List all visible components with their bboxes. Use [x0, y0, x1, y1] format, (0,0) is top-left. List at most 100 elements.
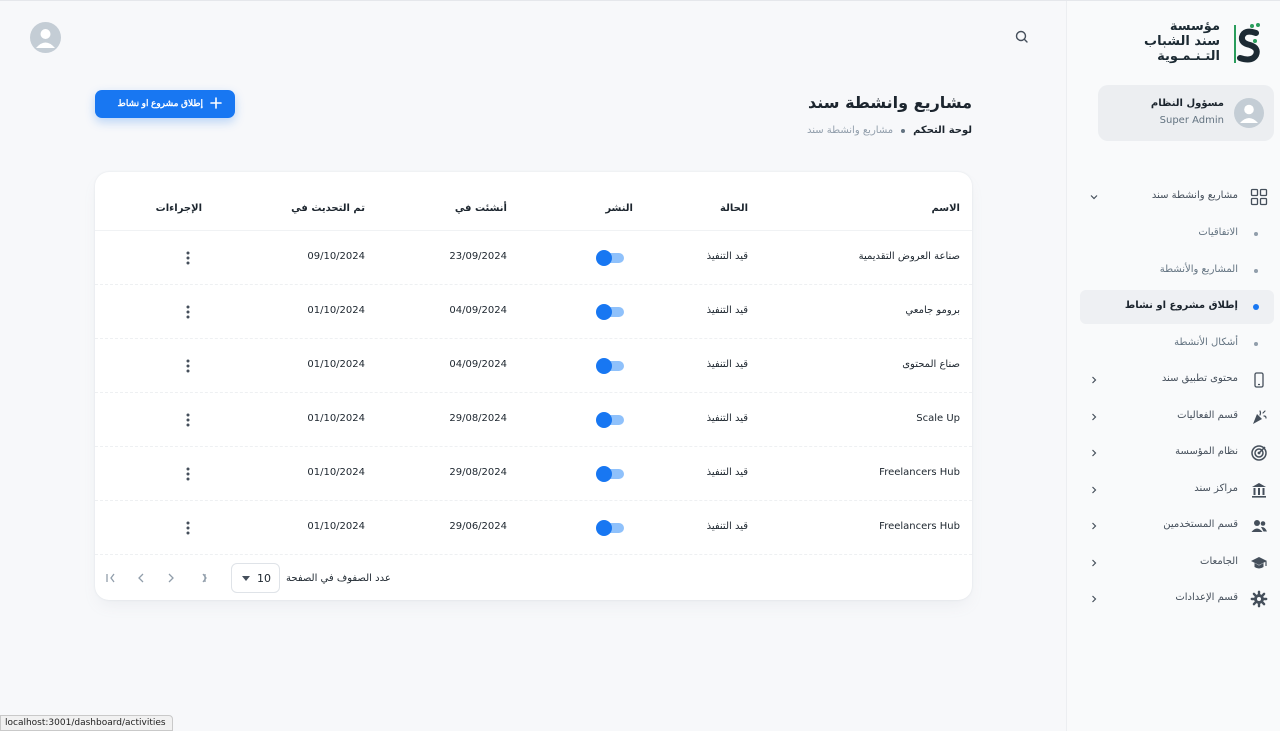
row-actions-button[interactable] — [181, 304, 195, 320]
cell-created: 29/08/2024 — [449, 467, 507, 478]
nav-item[interactable]: قسم الفعاليات — [1080, 400, 1274, 434]
chevron-left-icon — [138, 573, 144, 583]
cell-created: 04/09/2024 — [449, 359, 507, 370]
cell-updated: 09/10/2024 — [307, 251, 365, 262]
publish-toggle[interactable] — [596, 520, 624, 536]
nav-item[interactable]: نظام المؤسسة — [1080, 436, 1274, 470]
rows-per-page-value: 10 — [257, 572, 271, 585]
header-status[interactable]: الحالة — [720, 203, 748, 214]
cell-created: 29/06/2024 — [449, 521, 507, 532]
bullet-icon — [1253, 304, 1259, 310]
nav-item[interactable]: مراكز سند — [1080, 473, 1274, 507]
table-row[interactable]: Freelancers Hub قيد التنفيذ 29/08/2024 01/1… — [95, 447, 972, 501]
phone-icon — [1254, 372, 1264, 388]
toggle-knob — [596, 250, 612, 266]
sub-nav-item[interactable]: إطلاق مشروع او نشاط — [1080, 290, 1274, 324]
chevron-right-icon — [1092, 376, 1097, 384]
publish-toggle[interactable] — [596, 358, 624, 374]
search-icon — [1015, 30, 1028, 43]
sub-nav-item[interactable]: المشاريع والأنشطة — [1080, 254, 1274, 288]
brand-mark-icon — [1234, 23, 1260, 63]
launch-project-button[interactable]: إطلاق مشروع او نشاط — [95, 90, 235, 118]
chevron-down-icon — [1090, 195, 1098, 200]
chevron-right-icon — [1092, 413, 1097, 420]
sub-nav-label: أشكال الأنشطة — [1174, 336, 1238, 348]
sub-nav-item[interactable]: الاتفاقيات — [1080, 217, 1274, 251]
more-vertical-icon — [186, 467, 190, 481]
table-row[interactable]: Freelancers Hub قيد التنفيذ 29/06/2024 01/1… — [95, 501, 972, 555]
first-page-icon — [202, 573, 207, 583]
gear-icon — [1250, 590, 1268, 608]
row-actions-button[interactable] — [181, 412, 195, 428]
table-pagination: عدد الصفوف في الصفحة 10 — [95, 556, 972, 600]
sub-nav-label: المشاريع والأنشطة — [1159, 263, 1238, 275]
rows-per-page-select[interactable]: 10 — [231, 563, 280, 593]
cell-updated: 01/10/2024 — [307, 305, 365, 316]
toggle-knob — [596, 304, 612, 320]
cell-status: قيد التنفيذ — [706, 251, 748, 262]
nav-item[interactable]: قسم الإعدادات — [1080, 582, 1274, 616]
breadcrumb-current: مشاريع وانشطة سند — [806, 125, 894, 136]
toggle-knob — [596, 520, 612, 536]
brand-line-2: سند الشباب — [1144, 34, 1220, 49]
status-bar-url: localhost:3001/dashboard/activities — [0, 715, 173, 731]
page-title: مشاريع وانشطة سند — [808, 93, 972, 112]
chevron-right-icon — [1092, 522, 1097, 530]
row-actions-button[interactable] — [181, 358, 195, 374]
cell-status: قيد التنفيذ — [706, 413, 748, 424]
row-actions-button[interactable] — [181, 466, 195, 482]
cell-created: 04/09/2024 — [449, 305, 507, 316]
header-created[interactable]: أنشئت في — [455, 203, 507, 214]
table-row[interactable]: برومو جامعي قيد التنفيذ 04/09/2024 01/10/20… — [95, 285, 972, 339]
cell-updated: 01/10/2024 — [307, 413, 365, 424]
publish-toggle[interactable] — [596, 466, 624, 482]
table-row[interactable]: Scale Up قيد التنفيذ 29/08/2024 01/10/2024 — [95, 393, 972, 447]
table-row[interactable]: صناعة العروض التقديمية قيد التنفيذ 23/09/2… — [95, 231, 972, 285]
toggle-knob — [596, 466, 612, 482]
users-icon — [1251, 520, 1267, 532]
table-row[interactable]: صناع المحتوى قيد التنفيذ 04/09/2024 01/10/2… — [95, 339, 972, 393]
nav-projects[interactable]: مشاريع وانشطة سند — [1080, 180, 1274, 214]
first-page-button[interactable] — [193, 569, 211, 587]
cell-status: قيد التنفيذ — [706, 359, 748, 370]
cell-name: برومو جامعي — [905, 305, 960, 316]
graduation-cap-icon — [1251, 556, 1267, 568]
row-actions-button[interactable] — [181, 250, 195, 266]
more-vertical-icon — [186, 305, 190, 319]
last-page-button[interactable] — [101, 569, 119, 587]
search-button[interactable] — [1013, 28, 1031, 46]
chevron-right-icon — [1092, 595, 1097, 603]
header-actions: الإجراءات — [155, 203, 202, 214]
account-avatar[interactable] — [30, 22, 61, 53]
publish-toggle[interactable] — [596, 304, 624, 320]
header-publish[interactable]: النشر — [605, 203, 633, 214]
nav-item[interactable]: قسم المستخدمين — [1080, 509, 1274, 543]
header-updated[interactable]: تم التحديث في — [291, 203, 365, 214]
brand-line-3: التـنـمـوية — [1157, 49, 1220, 64]
user-role: Super Admin — [1159, 115, 1224, 126]
nav-item[interactable]: محتوى تطبيق سند — [1080, 363, 1274, 397]
cell-name: صناع المحتوى — [902, 359, 960, 370]
cell-created: 29/08/2024 — [449, 413, 507, 424]
cell-updated: 01/10/2024 — [307, 521, 365, 532]
brand-logo: مؤسسة سند الشباب التـنـمـوية — [1144, 19, 1264, 67]
publish-toggle[interactable] — [596, 250, 624, 266]
launch-project-label: إطلاق مشروع او نشاط — [117, 98, 204, 108]
user-card[interactable]: مسؤول النظام Super Admin — [1098, 85, 1274, 141]
breadcrumb-separator — [901, 128, 906, 133]
bank-icon — [1252, 482, 1266, 498]
next-page-button[interactable] — [162, 569, 180, 587]
previous-page-button[interactable] — [132, 569, 150, 587]
header-name[interactable]: الاسم — [931, 203, 960, 214]
bullet-icon — [1254, 268, 1258, 273]
sub-nav-label: الاتفاقيات — [1198, 227, 1238, 238]
nav-item[interactable]: الجامعات — [1080, 546, 1274, 580]
nav-item-label: مراكز سند — [1194, 482, 1238, 494]
cell-status: قيد التنفيذ — [706, 305, 748, 316]
more-vertical-icon — [186, 521, 190, 535]
sub-nav-item[interactable]: أشكال الأنشطة — [1080, 327, 1274, 361]
row-actions-button[interactable] — [181, 520, 195, 536]
breadcrumb-home[interactable]: لوحة التحكم — [913, 125, 972, 136]
more-vertical-icon — [186, 359, 190, 373]
publish-toggle[interactable] — [596, 412, 624, 428]
